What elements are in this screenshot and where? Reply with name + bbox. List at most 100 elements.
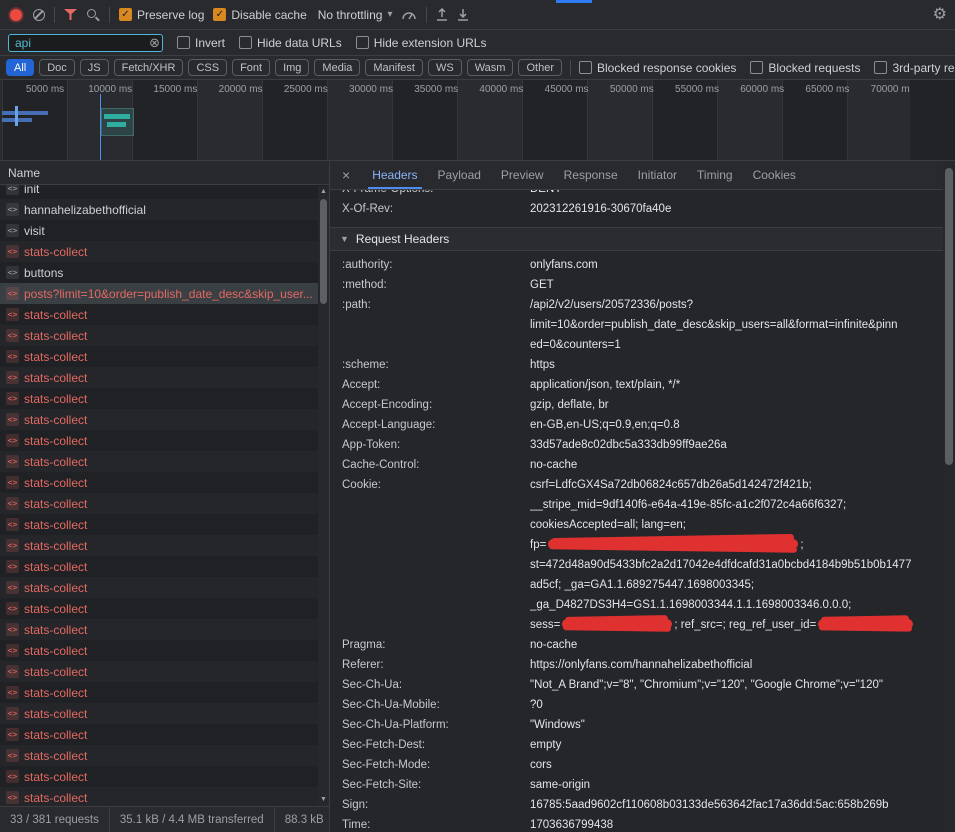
request-row[interactable]: <>stats-collect	[0, 409, 329, 430]
type-filter-other[interactable]: Other	[518, 59, 562, 76]
request-row[interactable]: <>stats-collect	[0, 640, 329, 661]
record-button[interactable]	[10, 9, 22, 21]
blocked-response-cookies-checkbox[interactable]: Blocked response cookies	[579, 61, 736, 75]
request-row[interactable]: <>stats-collect	[0, 619, 329, 640]
disable-cache-checkbox[interactable]: Disable cache	[213, 8, 306, 22]
tab-timing[interactable]: Timing	[687, 161, 743, 189]
clear-filter-icon[interactable]: ⊗	[149, 35, 160, 51]
type-filter-js[interactable]: JS	[80, 59, 109, 76]
request-row[interactable]: <>stats-collect	[0, 514, 329, 535]
clear-network-log-icon[interactable]	[33, 9, 45, 21]
header-value-line: en-GB,en-US;q=0.9,en;q=0.8	[530, 415, 937, 435]
request-row[interactable]: <>stats-collect	[0, 577, 329, 598]
request-row[interactable]: <>visit	[0, 220, 329, 241]
type-filter-doc[interactable]: Doc	[39, 59, 75, 76]
scroll-down-icon[interactable]: ▼	[318, 795, 329, 805]
request-row[interactable]: <>stats-collect	[0, 472, 329, 493]
request-row[interactable]: <>stats-collect	[0, 493, 329, 514]
header-value-line: "Windows"	[530, 715, 937, 735]
request-row[interactable]: <>posts?limit=10&order=publish_date_desc…	[0, 283, 329, 304]
request-row[interactable]: <>stats-collect	[0, 766, 329, 787]
header-value: ?0	[530, 695, 943, 715]
request-row[interactable]: <>stats-collect	[0, 388, 329, 409]
type-filter-font[interactable]: Font	[232, 59, 270, 76]
header-value-line: sess=; ref_src=; reg_ref_user_id=	[530, 615, 937, 635]
network-conditions-icon[interactable]	[401, 8, 417, 21]
type-filter-ws[interactable]: WS	[428, 59, 462, 76]
settings-gear-icon[interactable]: ⚙	[933, 7, 947, 23]
invert-checkbox[interactable]: Invert	[177, 36, 225, 50]
header-row: :authority:onlyfans.com	[330, 255, 943, 275]
header-value-line: gzip, deflate, br	[530, 395, 937, 415]
script-icon: <>	[6, 560, 19, 573]
timeline-tick: 55000 ms	[675, 84, 719, 95]
tab-preview[interactable]: Preview	[491, 161, 554, 189]
request-headers-section-header[interactable]: ▼ Request Headers	[330, 227, 943, 251]
preserve-log-checkbox[interactable]: Preserve log	[119, 8, 204, 22]
type-filter-css[interactable]: CSS	[188, 59, 227, 76]
header-row: Sec-Fetch-Dest:empty	[330, 735, 943, 755]
hide-data-urls-checkbox[interactable]: Hide data URLs	[239, 36, 342, 50]
type-filter-fetch-xhr[interactable]: Fetch/XHR	[114, 59, 184, 76]
request-row[interactable]: <>stats-collect	[0, 304, 329, 325]
request-row[interactable]: <>stats-collect	[0, 661, 329, 682]
tab-payload[interactable]: Payload	[428, 161, 491, 189]
request-row[interactable]: <>stats-collect	[0, 703, 329, 724]
request-label: stats-collect	[24, 539, 87, 553]
type-filter-wasm[interactable]: Wasm	[467, 59, 514, 76]
throttling-dropdown[interactable]: No throttling ▾	[318, 8, 393, 22]
request-row[interactable]: <>buttons	[0, 262, 329, 283]
network-toolbar: Preserve log Disable cache No throttling…	[0, 0, 955, 30]
request-row[interactable]: <>stats-collect	[0, 535, 329, 556]
scrollbar-thumb[interactable]	[945, 168, 953, 465]
filter-icon[interactable]	[64, 9, 77, 20]
blocked-requests-checkbox[interactable]: Blocked requests	[750, 61, 860, 75]
checkbox-box	[356, 36, 369, 49]
request-row[interactable]: <>stats-collect	[0, 346, 329, 367]
type-filter-all[interactable]: All	[6, 59, 34, 76]
search-icon[interactable]	[86, 8, 100, 22]
request-row[interactable]: <>stats-collect	[0, 745, 329, 766]
request-row[interactable]: <>stats-collect	[0, 325, 329, 346]
header-value: "Windows"	[530, 715, 943, 735]
type-filter-manifest[interactable]: Manifest	[365, 59, 423, 76]
scroll-up-icon[interactable]: ▲	[318, 187, 329, 197]
3rd-party-requests-checkbox[interactable]: 3rd-party requests	[874, 61, 955, 75]
request-row[interactable]: <>stats-collect	[0, 451, 329, 472]
request-row[interactable]: <>stats-collect	[0, 682, 329, 703]
name-column-label: Name	[8, 166, 40, 180]
script-icon: <>	[6, 518, 19, 531]
filter-input[interactable]	[8, 34, 163, 52]
export-har-icon[interactable]	[457, 8, 469, 21]
header-row: Sec-Fetch-Mode:cors	[330, 755, 943, 775]
request-row[interactable]: <>init	[0, 185, 329, 199]
chevron-down-icon: ▾	[387, 9, 392, 20]
request-row[interactable]: <>stats-collect	[0, 430, 329, 451]
request-row[interactable]: <>stats-collect	[0, 367, 329, 388]
type-filter-media[interactable]: Media	[314, 59, 360, 76]
name-column-header[interactable]: Name	[0, 161, 329, 185]
type-filter-img[interactable]: Img	[275, 59, 309, 76]
panel-scrollbar[interactable]	[943, 161, 955, 832]
timeline-tick: 15000 ms	[153, 84, 197, 95]
import-har-icon[interactable]	[436, 8, 448, 21]
header-value: application/json, text/plain, */*	[530, 375, 943, 395]
request-row[interactable]: <>hannahelizabethofficial	[0, 199, 329, 220]
request-row[interactable]: <>stats-collect	[0, 241, 329, 262]
tab-headers[interactable]: Headers	[362, 161, 427, 189]
header-value-line: ed=0&counters=1	[530, 335, 937, 355]
request-row[interactable]: <>stats-collect	[0, 724, 329, 745]
tab-cookies[interactable]: Cookies	[743, 161, 806, 189]
request-row[interactable]: <>stats-collect	[0, 787, 329, 806]
tab-response[interactable]: Response	[554, 161, 628, 189]
request-row[interactable]: <>stats-collect	[0, 556, 329, 577]
hide-extension-urls-checkbox[interactable]: Hide extension URLs	[356, 36, 487, 50]
scrollbar-thumb[interactable]	[320, 199, 327, 304]
timeline-overview[interactable]: 5000 ms10000 ms15000 ms20000 ms25000 ms3…	[0, 80, 955, 161]
tab-initiator[interactable]: Initiator	[628, 161, 687, 189]
close-icon[interactable]: ×	[330, 168, 362, 182]
request-row[interactable]: <>stats-collect	[0, 598, 329, 619]
request-list-scrollbar[interactable]: ▲ ▼	[318, 186, 329, 806]
timeline-tick: 5000 ms	[26, 84, 64, 95]
header-name: Pragma:	[342, 635, 530, 655]
